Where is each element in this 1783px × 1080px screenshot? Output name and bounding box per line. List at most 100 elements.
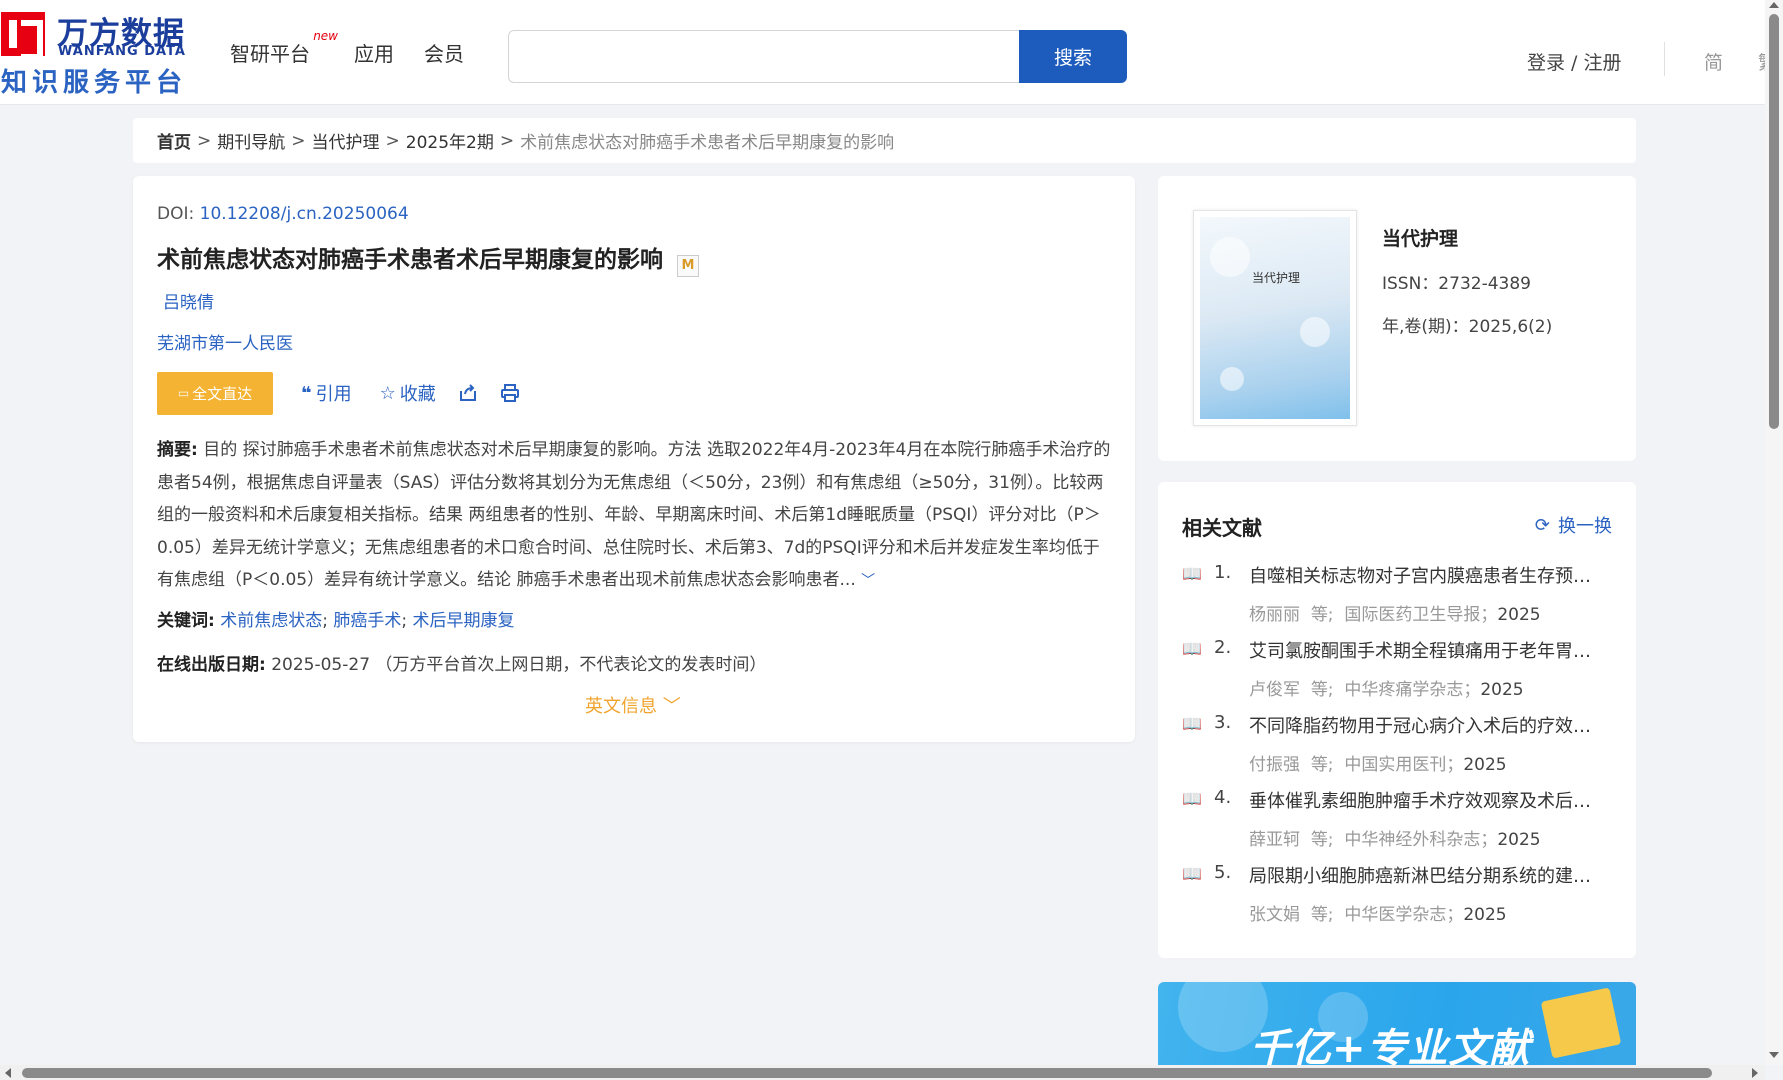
related-literature-card: 相关文献 ⟳ 换一换 📖 1. 自噬相关标志物对子宫内膜癌患者生存预后的影响 杨… xyxy=(1158,482,1636,958)
vertical-scroll-thumb[interactable] xyxy=(1769,14,1779,429)
scroll-down-icon[interactable] xyxy=(1769,1052,1779,1058)
item-title-link[interactable]: 艾司氯胺酮围手术期全程镇痛用于老年胃肠道手术 xyxy=(1249,637,1599,663)
breadcrumb-issue[interactable]: 2025年2期 xyxy=(406,128,494,153)
item-number: 2. xyxy=(1214,637,1232,658)
item-authors[interactable]: 薛亚轲 xyxy=(1249,830,1300,850)
breadcrumb-separator: > xyxy=(291,130,306,151)
item-etal: 等; xyxy=(1310,605,1334,625)
refresh-label: 换一换 xyxy=(1558,516,1612,537)
scroll-right-icon[interactable] xyxy=(1752,1068,1758,1078)
item-etal: 等; xyxy=(1310,680,1334,700)
breadcrumb-journal[interactable]: 当代护理 xyxy=(312,128,380,153)
print-icon xyxy=(500,384,519,402)
abstract-label: 摘要: xyxy=(157,440,198,460)
journal-name[interactable]: 当代护理 xyxy=(1382,224,1458,251)
item-title-link[interactable]: 不同降脂药物用于冠心病介入术后的疗效及安全性 xyxy=(1249,712,1599,738)
list-item[interactable]: 📖 3. 不同降脂药物用于冠心病介入术后的疗效及安全性 付振强 等; 中国实用医… xyxy=(1182,710,1622,785)
search-button[interactable]: 搜索 xyxy=(1019,30,1127,83)
item-title-link[interactable]: 垂体催乳素细胞肿瘤手术疗效观察及术后生化缓解 xyxy=(1249,787,1599,813)
article-title-text: 术前焦虑状态对肺癌手术患者术后早期康复的影响 xyxy=(157,247,663,273)
related-list: 📖 1. 自噬相关标志物对子宫内膜癌患者生存预后的影响 杨丽丽 等; 国际医药卫… xyxy=(1182,560,1622,935)
keyword-link[interactable]: 肺癌手术 xyxy=(333,611,401,631)
search-input[interactable] xyxy=(508,30,1020,83)
keywords-label: 关键词: xyxy=(157,611,215,631)
journal-cover[interactable]: 当代护理 xyxy=(1193,210,1357,426)
author-link[interactable]: 吕晓倩 xyxy=(163,288,214,313)
item-source[interactable]: 中华神经外科杂志； xyxy=(1344,830,1497,850)
cover-image: 当代护理 xyxy=(1200,217,1350,419)
item-authors[interactable]: 张文娟 xyxy=(1249,905,1300,925)
cite-label: 引用 xyxy=(315,384,352,405)
item-number: 1. xyxy=(1214,562,1232,583)
item-title-link[interactable]: 局限期小细胞肺癌新淋巴结分期系统的建立及验证 xyxy=(1249,862,1599,888)
item-year: 2025 xyxy=(1463,755,1507,775)
journal-issn: ISSN：2732-4389 xyxy=(1382,274,1531,294)
item-source[interactable]: 中华疼痛学杂志； xyxy=(1344,680,1480,700)
nav-item-zhiyan[interactable]: 智研平台 new xyxy=(230,29,338,67)
logo-subtitle: 知识服务平台 xyxy=(1,68,188,98)
scroll-left-icon[interactable] xyxy=(5,1068,11,1078)
item-year: 2025 xyxy=(1497,605,1541,625)
nav-item-member[interactable]: 会员 xyxy=(424,38,464,67)
favorite-button[interactable]: ☆ 收藏 xyxy=(380,380,436,406)
item-number: 4. xyxy=(1214,787,1232,808)
breadcrumb-separator: > xyxy=(499,130,515,151)
print-button[interactable] xyxy=(500,383,520,403)
keyword-link[interactable]: 术后早期康复 xyxy=(413,611,515,631)
list-item[interactable]: 📖 4. 垂体催乳素细胞肿瘤手术疗效观察及术后生化缓解 薛亚轲 等; 中华神经外… xyxy=(1182,785,1622,860)
item-authors[interactable]: 卢俊军 xyxy=(1249,680,1300,700)
journal-volume: 年,卷(期)：2025,6(2) xyxy=(1382,317,1553,337)
login-register-link[interactable]: 登录 / 注册 xyxy=(1527,48,1621,75)
wanfang-logo[interactable]: 万方数据 WANFANG DATA 知识服务平台 xyxy=(0,8,195,98)
book-illustration-icon xyxy=(1540,987,1622,1059)
keywords: 关键词: 术前焦虑状态; 肺癌手术; 术后早期康复 xyxy=(157,611,515,631)
refresh-button[interactable]: ⟳ 换一换 xyxy=(1535,512,1612,538)
item-authors[interactable]: 付振强 xyxy=(1249,755,1300,775)
full-text-label: 全文直达 xyxy=(192,384,253,403)
promo-banner[interactable]: 千亿+专业文献 xyxy=(1158,982,1636,1065)
list-item[interactable]: 📖 2. 艾司氯胺酮围手术期全程镇痛用于老年胃肠道手术 卢俊军 等; 中华疼痛学… xyxy=(1182,635,1622,710)
breadcrumb-home[interactable]: 首页 xyxy=(157,128,191,153)
main-nav: 智研平台 new 应用 会员 xyxy=(230,29,464,67)
vertical-scrollbar[interactable] xyxy=(1765,0,1783,1065)
cite-button[interactable]: ❝ 引用 xyxy=(301,380,352,406)
full-text-button[interactable]: ▭ 全文直达 xyxy=(157,371,273,415)
lang-simplified[interactable]: 简 xyxy=(1704,48,1723,75)
nav-item-apps[interactable]: 应用 xyxy=(354,38,394,67)
item-meta: 杨丽丽 等; 国际医药卫生导报；2025 xyxy=(1249,600,1541,625)
item-meta: 薛亚轲 等; 中华神经外科杂志；2025 xyxy=(1249,825,1541,850)
cover-decoration xyxy=(1220,367,1244,391)
english-info-toggle[interactable]: 英文信息 ﹀ xyxy=(585,692,681,718)
scroll-up-icon[interactable] xyxy=(1769,2,1779,8)
book-icon: 📖 xyxy=(1182,864,1202,883)
m-badge-icon[interactable]: M xyxy=(677,255,699,277)
header-divider xyxy=(1664,42,1665,76)
item-title-link[interactable]: 自噬相关标志物对子宫内膜癌患者生存预后的影响 xyxy=(1249,562,1599,588)
article-card: DOI: 10.12208/j.cn.20250064 术前焦虑状态对肺癌手术患… xyxy=(133,176,1135,742)
item-authors[interactable]: 杨丽丽 xyxy=(1249,605,1300,625)
item-source[interactable]: 中国实用医刊； xyxy=(1344,755,1463,775)
keyword-link[interactable]: 术前焦虑状态 xyxy=(220,611,322,631)
item-etal: 等; xyxy=(1310,755,1334,775)
abstract-text: 目的 探讨肺癌手术患者术前焦虑状态对术后早期康复的影响。方法 选取2022年4月… xyxy=(157,440,1111,590)
breadcrumb-journal-nav[interactable]: 期刊导航 xyxy=(217,128,285,153)
affiliation-link[interactable]: 芜湖市第一人民医 xyxy=(157,329,293,354)
top-header: 万方数据 WANFANG DATA 知识服务平台 智研平台 new 应用 会员 … xyxy=(0,0,1783,105)
share-button[interactable] xyxy=(458,383,478,403)
list-item[interactable]: 📖 5. 局限期小细胞肺癌新淋巴结分期系统的建立及验证 张文娟 等; 中华医学杂… xyxy=(1182,860,1622,935)
article-title: 术前焦虑状态对肺癌手术患者术后早期康复的影响 M xyxy=(157,240,699,277)
expand-abstract-icon[interactable]: ﹀ xyxy=(861,573,875,589)
item-source[interactable]: 国际医药卫生导报； xyxy=(1344,605,1497,625)
item-etal: 等; xyxy=(1310,830,1334,850)
logo-mark-icon xyxy=(1,12,45,60)
horizontal-scrollbar[interactable] xyxy=(0,1065,1765,1080)
banner-text: 千亿+专业文献 xyxy=(1250,1026,1531,1065)
item-source[interactable]: 中华医学杂志； xyxy=(1344,905,1463,925)
list-item[interactable]: 📖 1. 自噬相关标志物对子宫内膜癌患者生存预后的影响 杨丽丽 等; 国际医药卫… xyxy=(1182,560,1622,635)
favorite-label: 收藏 xyxy=(399,384,436,405)
doi-link[interactable]: 10.12208/j.cn.20250064 xyxy=(200,204,409,224)
horizontal-scroll-thumb[interactable] xyxy=(22,1068,1712,1078)
cover-decoration xyxy=(1300,317,1330,347)
nav-item-label: 智研平台 xyxy=(230,42,310,66)
doi-label: DOI: xyxy=(157,204,200,224)
